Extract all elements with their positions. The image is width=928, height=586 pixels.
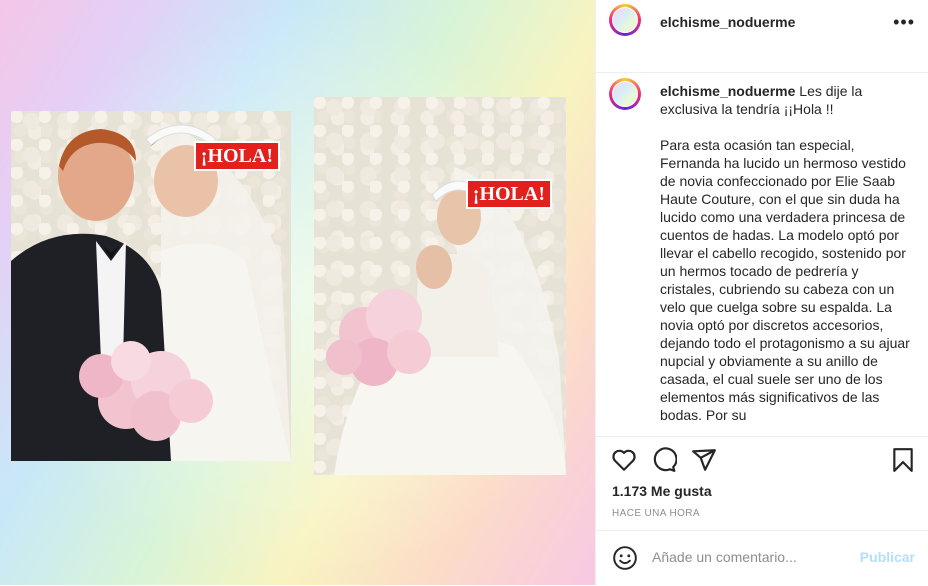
comments-area[interactable]: elchisme_noduerme Les dije la exclusiva …: [596, 73, 928, 436]
hola-badge: ¡HOLA!: [193, 141, 280, 171]
publish-button[interactable]: Publicar: [860, 549, 915, 565]
avatar[interactable]: [609, 4, 641, 36]
caption-username[interactable]: elchisme_noduerme: [660, 83, 795, 99]
comment-input[interactable]: Añade un comentario...: [652, 549, 797, 565]
like-count[interactable]: 1.173 Me gusta: [612, 483, 712, 499]
bookmark-icon[interactable]: [890, 447, 916, 473]
share-icon[interactable]: [691, 447, 717, 473]
post-media[interactable]: ¡HOLA! ¡HOLA!: [0, 0, 595, 585]
hola-badge: ¡HOLA!: [465, 179, 552, 209]
caption-body: Para esta ocasión tan especial, Fernanda…: [660, 137, 910, 423]
action-bar: [596, 436, 928, 481]
post-timestamp[interactable]: HACE UNA HORA: [612, 508, 700, 519]
post-header: elchisme_noduerme •••: [596, 0, 928, 73]
author-username[interactable]: elchisme_noduerme: [660, 14, 795, 30]
wedding-photo-couple: ¡HOLA!: [11, 111, 291, 461]
wedding-photo-bride: ¡HOLA!: [314, 97, 566, 475]
avatar[interactable]: [609, 78, 641, 110]
more-options-icon[interactable]: •••: [893, 12, 915, 33]
post-caption: elchisme_noduerme Les dije la exclusiva …: [660, 82, 910, 436]
smile-icon[interactable]: [612, 545, 638, 571]
heart-icon[interactable]: [611, 447, 637, 473]
add-comment-bar: Añade un comentario... Publicar: [596, 530, 928, 586]
post-side-panel: elchisme_noduerme ••• elchisme_noduerme …: [595, 0, 928, 585]
comment-icon[interactable]: [651, 447, 677, 473]
